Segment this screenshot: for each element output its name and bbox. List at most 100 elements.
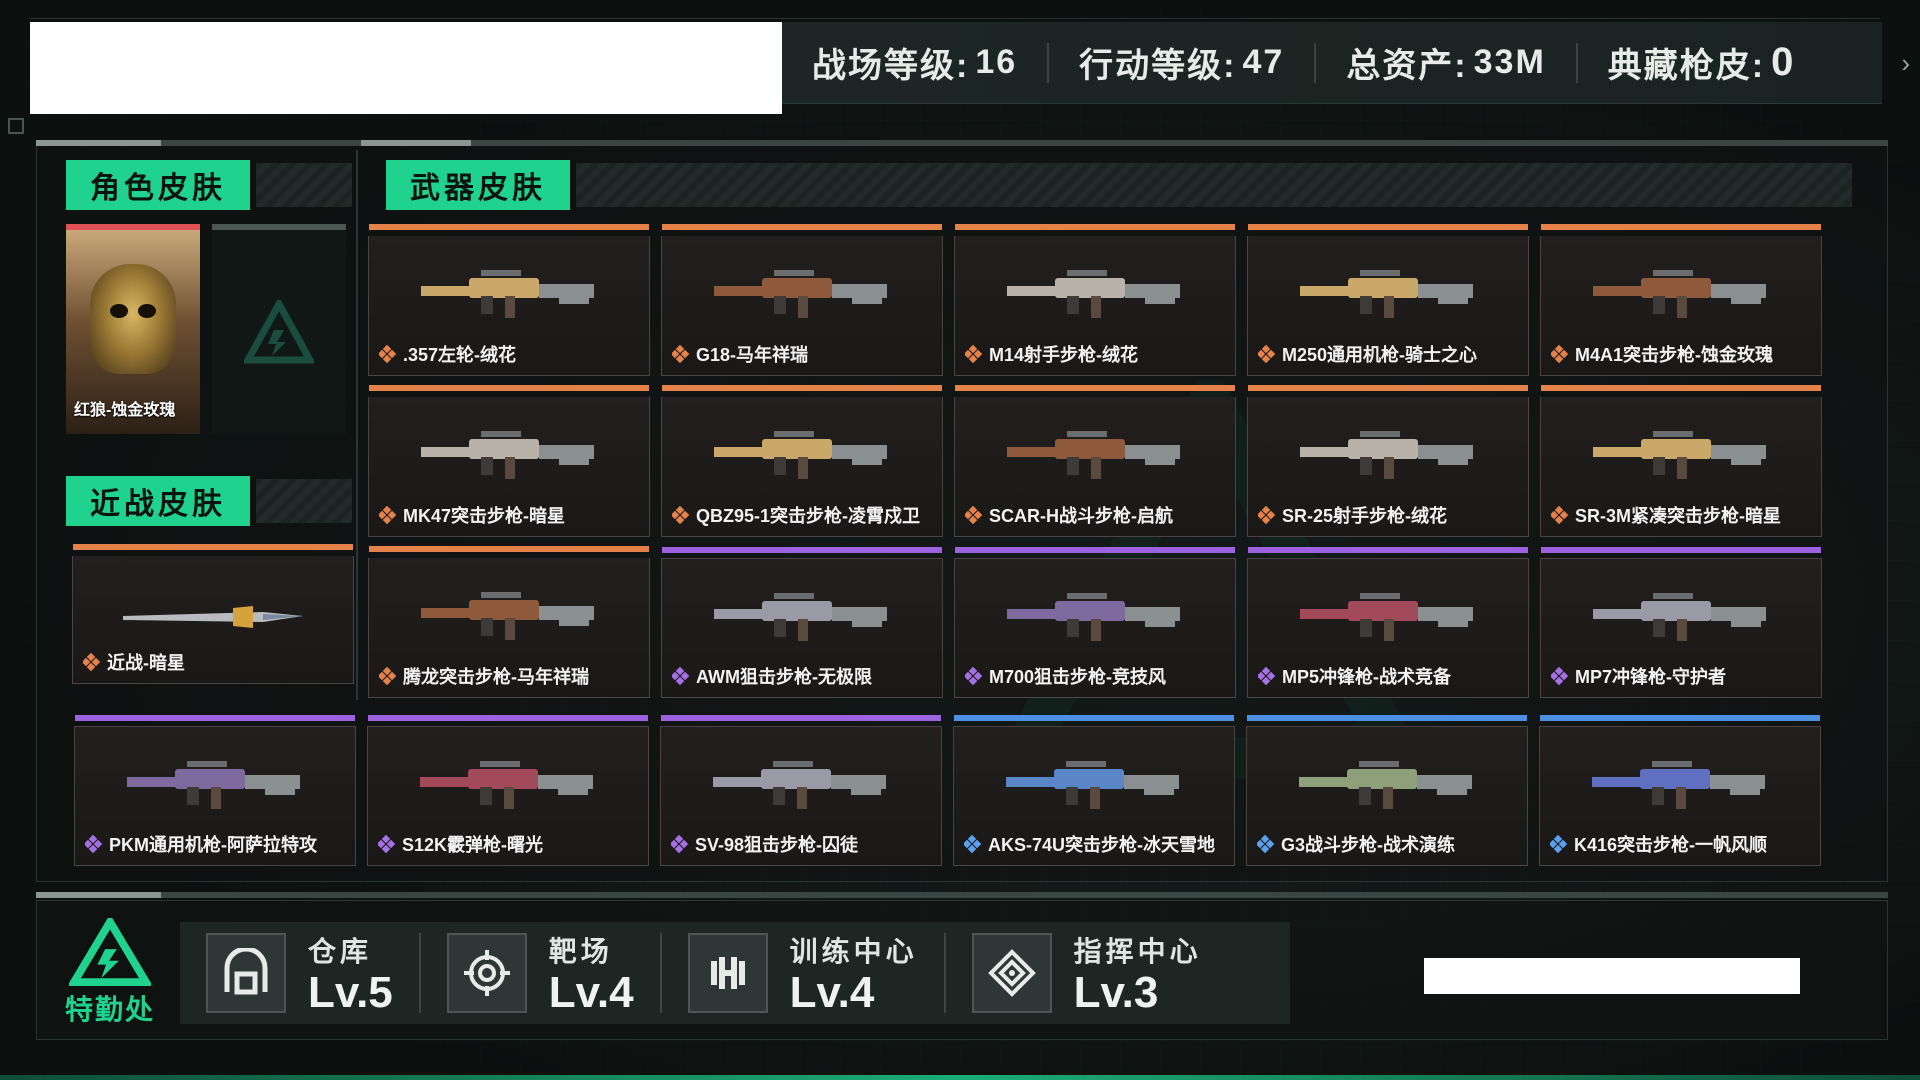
weapon-skin-name: K416突击步枪-一帆风顺 (1550, 831, 1814, 857)
melee-skin-card[interactable]: 近战-暗星 (72, 544, 354, 684)
stat-value: 47 (1242, 43, 1285, 81)
stat-label: 行动等级: (1079, 47, 1237, 85)
weapon-skin-name: SR-3M紧凑突击步枪-暗星 (1551, 502, 1815, 528)
weapon-skin-name: QBZ95-1突击步枪-凌霄戍卫 (672, 502, 936, 528)
weapon-icon (1006, 761, 1179, 809)
melee-skin-name: 近战-暗星 (83, 649, 347, 675)
weapon-skin-name: MK47突击步枪-暗星 (379, 502, 643, 528)
agency-label: 特勤处 (64, 994, 155, 1025)
section-header-bar (256, 163, 352, 207)
weapon-skin-name: PKM通用机枪-阿萨拉特攻 (85, 831, 349, 857)
character-portrait (90, 264, 176, 374)
weapon-skin-name: AKS-74U突击步枪-冰天雪地 (964, 831, 1228, 857)
empty-character-slot[interactable] (212, 224, 346, 434)
weapon-skin-card[interactable]: SV-98狙击步枪-囚徒 (660, 715, 942, 866)
weapon-skin-card[interactable]: M250通用机枪-骑士之心 (1247, 224, 1529, 376)
rarity-stripe (369, 224, 649, 230)
rarity-stripe (1540, 715, 1820, 721)
skin-name-text: 近战-暗星 (107, 653, 185, 673)
facility-command-center[interactable]: 指挥中心 Lv.3 (946, 933, 1228, 1017)
weapon-skin-card[interactable]: MK47突击步枪-暗星 (368, 385, 650, 537)
rarity-diamond-icon (671, 834, 689, 854)
weapon-skin-card[interactable]: M4A1突击步枪-蚀金玫瑰 (1540, 224, 1822, 376)
skin-name-text: AWM狙击步枪-无极限 (696, 667, 872, 687)
weapon-skin-name: AWM狙击步枪-无极限 (672, 663, 936, 689)
weapon-icon (713, 761, 886, 809)
redacted-player-info (30, 22, 782, 114)
bottom-top-line (36, 892, 1888, 898)
battlefield-level-stat: 战场等级: 16 (782, 42, 1050, 85)
weapon-skin-card[interactable]: G18-马年祥瑞 (661, 224, 943, 376)
weapon-skin-card[interactable]: SCAR-H战斗步枪-启航 (954, 385, 1236, 537)
player-stats-strip: 战场等级: 16 行动等级: 47 总资产: 33M 典藏枪皮: 0 (782, 22, 1882, 104)
facility-level: Lv.4 (789, 967, 875, 1017)
weapon-skin-card[interactable]: AWM狙击步枪-无极限 (661, 547, 943, 698)
weapon-skin-card[interactable]: G3战斗步枪-战术演练 (1246, 715, 1528, 866)
stat-label: 战场等级: (812, 47, 970, 85)
weapon-icon (1299, 761, 1472, 809)
facility-training-center[interactable]: 训练中心 Lv.4 (662, 933, 946, 1017)
rarity-stripe (1541, 224, 1821, 230)
dumbbell-icon (687, 933, 768, 1013)
rarity-diamond-icon (965, 344, 983, 364)
rarity-stripe (661, 715, 941, 721)
weapon-skin-card[interactable]: MP5冲锋枪-战术竞备 (1247, 547, 1529, 698)
redacted-region (1424, 958, 1800, 994)
rarity-diamond-icon (672, 344, 690, 364)
character-skin-name: 红狼-蚀金玫瑰 (74, 402, 176, 419)
rarity-diamond-icon (379, 666, 397, 686)
weapon-icon (1593, 431, 1766, 479)
weapon-skin-name: S12K霰弹枪-曙光 (378, 831, 642, 857)
weapon-skin-card[interactable]: S12K霰弹枪-曙光 (367, 715, 649, 866)
weapon-skin-card[interactable]: 腾龙突击步枪-马年祥瑞 (368, 546, 650, 698)
operation-level-stat: 行动等级: 47 (1049, 42, 1317, 85)
weapon-icon (1593, 593, 1766, 641)
weapon-icon (421, 270, 594, 318)
weapon-icon (421, 592, 594, 640)
rarity-diamond-icon (672, 666, 690, 686)
facility-warehouse[interactable]: 仓库 Lv.5 (180, 933, 421, 1016)
section-header-bar (256, 479, 352, 523)
weapon-icon (421, 431, 594, 479)
weapon-skin-name: G18-马年祥瑞 (672, 341, 936, 367)
weapon-skin-card[interactable]: .357左轮-绒花 (368, 224, 650, 376)
weapon-skin-card[interactable]: SR-3M紧凑突击步枪-暗星 (1540, 385, 1822, 537)
vault-icon (206, 933, 286, 1013)
weapon-skin-card[interactable]: SR-25射手步枪-绒花 (1247, 385, 1529, 537)
weapon-skin-card[interactable]: K416突击步枪-一帆风顺 (1539, 715, 1821, 866)
weapon-skin-card[interactable]: MP7冲锋枪-守护者 (1540, 547, 1822, 698)
facility-level: Lv.3 (1073, 967, 1159, 1017)
skin-name-text: G3战斗步枪-战术演练 (1281, 835, 1456, 855)
rarity-stripe (369, 546, 649, 552)
skin-name-text: G18-马年祥瑞 (696, 345, 809, 365)
weapon-icon (127, 761, 300, 809)
weapon-skin-card[interactable]: AKS-74U突击步枪-冰天雪地 (953, 715, 1235, 866)
weapon-icon (1007, 593, 1180, 641)
rarity-diamond-icon (379, 344, 397, 364)
agency-logo-icon (69, 918, 151, 986)
weapon-skin-card[interactable]: M700狙击步枪-竞技风 (954, 547, 1236, 698)
weapon-skin-card[interactable]: M14射手步枪-绒花 (954, 224, 1236, 376)
rarity-diamond-icon (1551, 505, 1569, 525)
collection-skins-stat: 典藏枪皮: 0 (1578, 40, 1826, 85)
rarity-diamond-icon (83, 652, 101, 672)
special-ops-agency[interactable]: 特勤处 (60, 918, 160, 1028)
weapon-skin-card[interactable]: QBZ95-1突击步枪-凌霄戍卫 (661, 385, 943, 537)
skin-name-text: MP5冲锋枪-战术竞备 (1282, 667, 1452, 687)
skin-name-text: M4A1突击步枪-蚀金玫瑰 (1575, 345, 1774, 365)
rarity-diamond-icon (965, 505, 983, 525)
skin-name-text: QBZ95-1突击步枪-凌霄戍卫 (696, 506, 921, 526)
weapon-skin-card[interactable]: PKM通用机枪-阿萨拉特攻 (74, 715, 356, 866)
section-title: 武器皮肤 (386, 160, 576, 210)
chevron-right-icon[interactable]: › (1901, 48, 1910, 79)
rarity-diamond-icon (85, 834, 103, 854)
stat-label: 典藏枪皮: (1607, 47, 1766, 85)
skin-name-text: AKS-74U突击步枪-冰天雪地 (988, 835, 1216, 855)
weapon-skin-name: MP5冲锋枪-战术竞备 (1258, 663, 1522, 689)
character-skin-card[interactable]: 红狼-蚀金玫瑰 (66, 224, 200, 434)
weapon-skin-name: 腾龙突击步枪-马年祥瑞 (379, 663, 643, 689)
stat-value: 33M (1473, 43, 1546, 81)
rarity-stripe (955, 224, 1235, 230)
facility-shooting-range[interactable]: 靶场 Lv.4 (421, 933, 662, 1016)
corner-marker (8, 118, 24, 134)
